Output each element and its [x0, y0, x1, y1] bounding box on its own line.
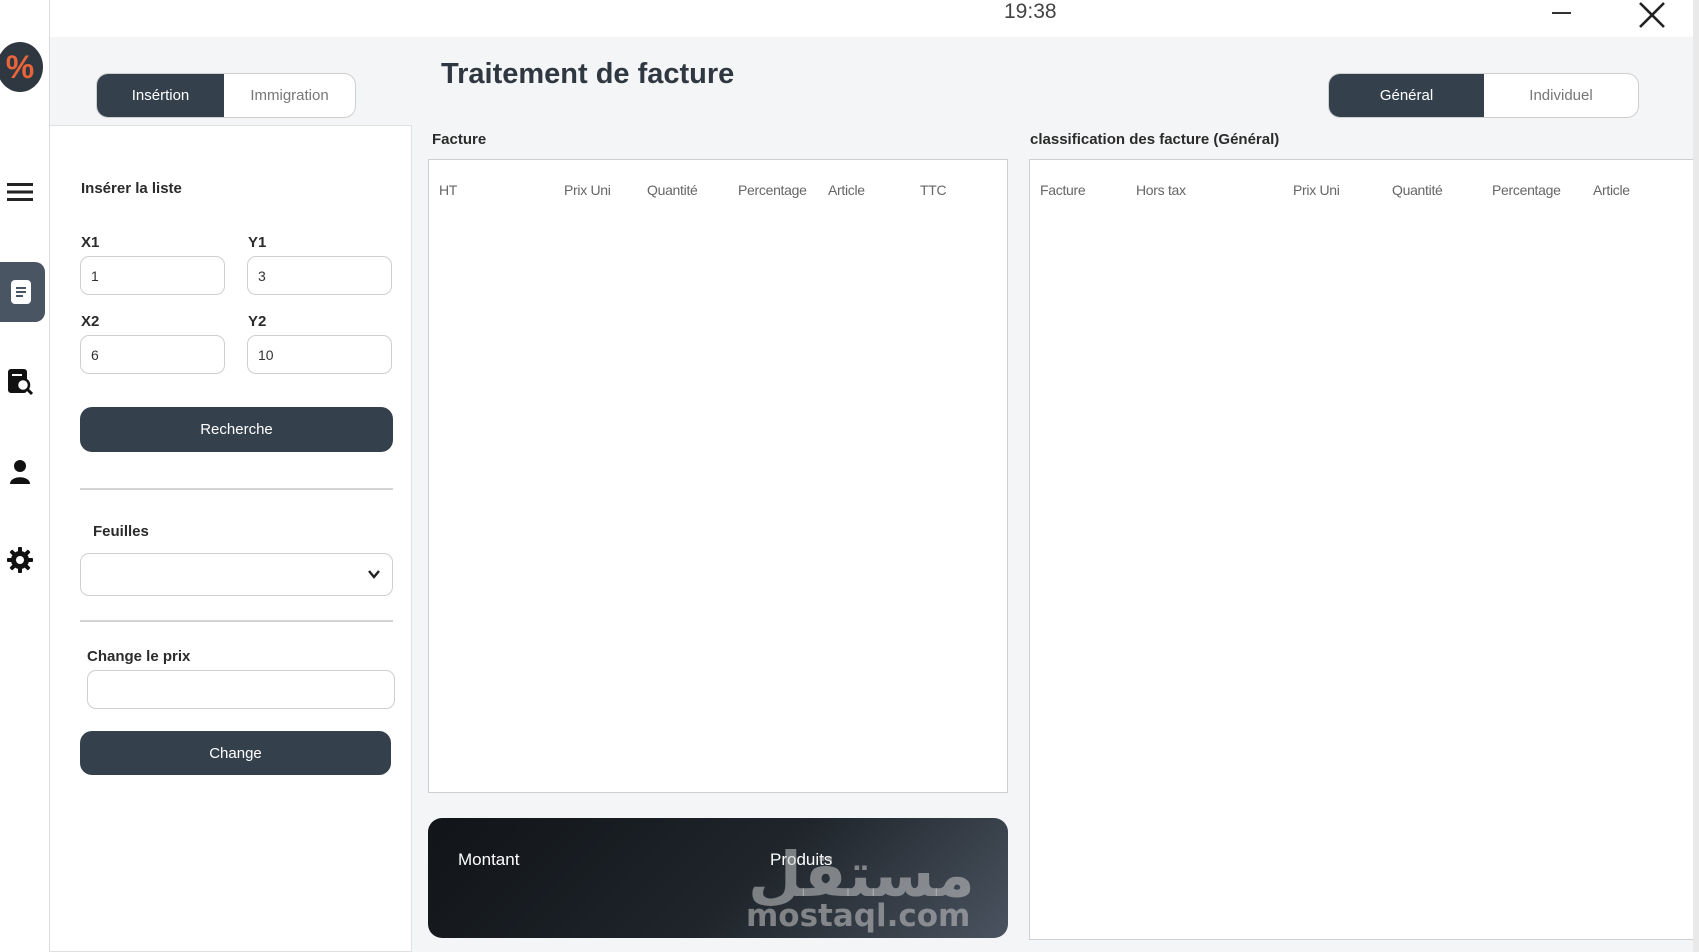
divider: [80, 488, 393, 490]
facture-table[interactable]: HT Prix Uni Quantité Percentage Article …: [428, 159, 1008, 793]
gear-icon: [7, 547, 33, 573]
minimize-button[interactable]: [1552, 12, 1571, 14]
percent-icon: %: [5, 48, 35, 85]
window-edge: [1693, 0, 1699, 952]
sidebar-item-documents-icon-wrap[interactable]: [7, 278, 35, 306]
column-header[interactable]: Percentage: [738, 182, 807, 198]
tab-insertion[interactable]: Insértion: [97, 74, 225, 117]
price-label: Change le prix: [87, 648, 191, 665]
column-header[interactable]: Quantité: [647, 182, 698, 198]
user-icon: [10, 460, 30, 484]
x2-input[interactable]: 6: [80, 335, 225, 374]
x1-label: X1: [81, 234, 100, 251]
y1-input[interactable]: 3: [247, 256, 392, 295]
column-header[interactable]: Facture: [1040, 182, 1086, 198]
tab-immigration[interactable]: Immigration: [224, 74, 355, 117]
search-document-icon: [8, 369, 33, 396]
chevron-down-icon: [368, 570, 380, 579]
icon-sidebar: %: [0, 0, 50, 952]
sheets-label: Feuilles: [93, 523, 149, 540]
close-icon: [1639, 2, 1665, 28]
x2-label: X2: [81, 313, 100, 330]
column-header[interactable]: Prix Uni: [1293, 182, 1340, 198]
sidebar-item-user[interactable]: [6, 458, 34, 486]
menu-button[interactable]: [6, 178, 34, 206]
summary-card: Montant Produits مستقل mostaql.com: [428, 818, 1008, 938]
x1-input[interactable]: 1: [80, 256, 225, 295]
mode-tabs: Insértion Immigration: [96, 73, 356, 118]
amount-label: Montant: [458, 850, 520, 869]
y2-input[interactable]: 10: [247, 335, 392, 374]
classification-table-title: classification des facture (Général): [1030, 131, 1280, 148]
column-header[interactable]: HT: [439, 182, 457, 198]
column-header[interactable]: TTC: [920, 182, 947, 198]
y2-label: Y2: [248, 313, 267, 330]
divider: [80, 620, 393, 622]
sidebar-item-settings[interactable]: [6, 546, 34, 574]
sidebar-item-search-document[interactable]: [6, 368, 34, 396]
insert-heading: Insérer la liste: [81, 180, 182, 197]
column-header[interactable]: Prix Uni: [564, 182, 611, 198]
column-header[interactable]: Quantité: [1392, 182, 1443, 198]
column-header[interactable]: Article: [1593, 182, 1630, 198]
column-header[interactable]: Hors tax: [1136, 182, 1186, 198]
watermark-text: mostaql.com: [746, 898, 971, 934]
sheets-select[interactable]: [80, 553, 393, 596]
change-button[interactable]: Change: [80, 731, 391, 775]
view-tabs: Général Individuel: [1328, 73, 1639, 118]
page-title: Traitement de facture: [441, 58, 735, 90]
classification-table[interactable]: Facture Hors tax Prix Uni Quantité Perce…: [1029, 159, 1694, 940]
y1-label: Y1: [248, 234, 267, 251]
tab-general[interactable]: Général: [1329, 74, 1484, 117]
column-header[interactable]: Percentage: [1492, 182, 1561, 198]
price-input[interactable]: [87, 670, 395, 709]
column-header[interactable]: Article: [828, 182, 865, 198]
hamburger-icon: [7, 183, 33, 201]
title-bar: 19:38: [50, 0, 1699, 37]
app-logo: %: [0, 42, 43, 92]
tab-individual[interactable]: Individuel: [1484, 74, 1638, 117]
clock: 19:38: [1004, 0, 1057, 23]
close-button[interactable]: [1636, 0, 1668, 30]
facture-table-title: Facture: [432, 131, 487, 148]
search-button[interactable]: Recherche: [80, 407, 393, 452]
document-icon: [11, 280, 31, 304]
